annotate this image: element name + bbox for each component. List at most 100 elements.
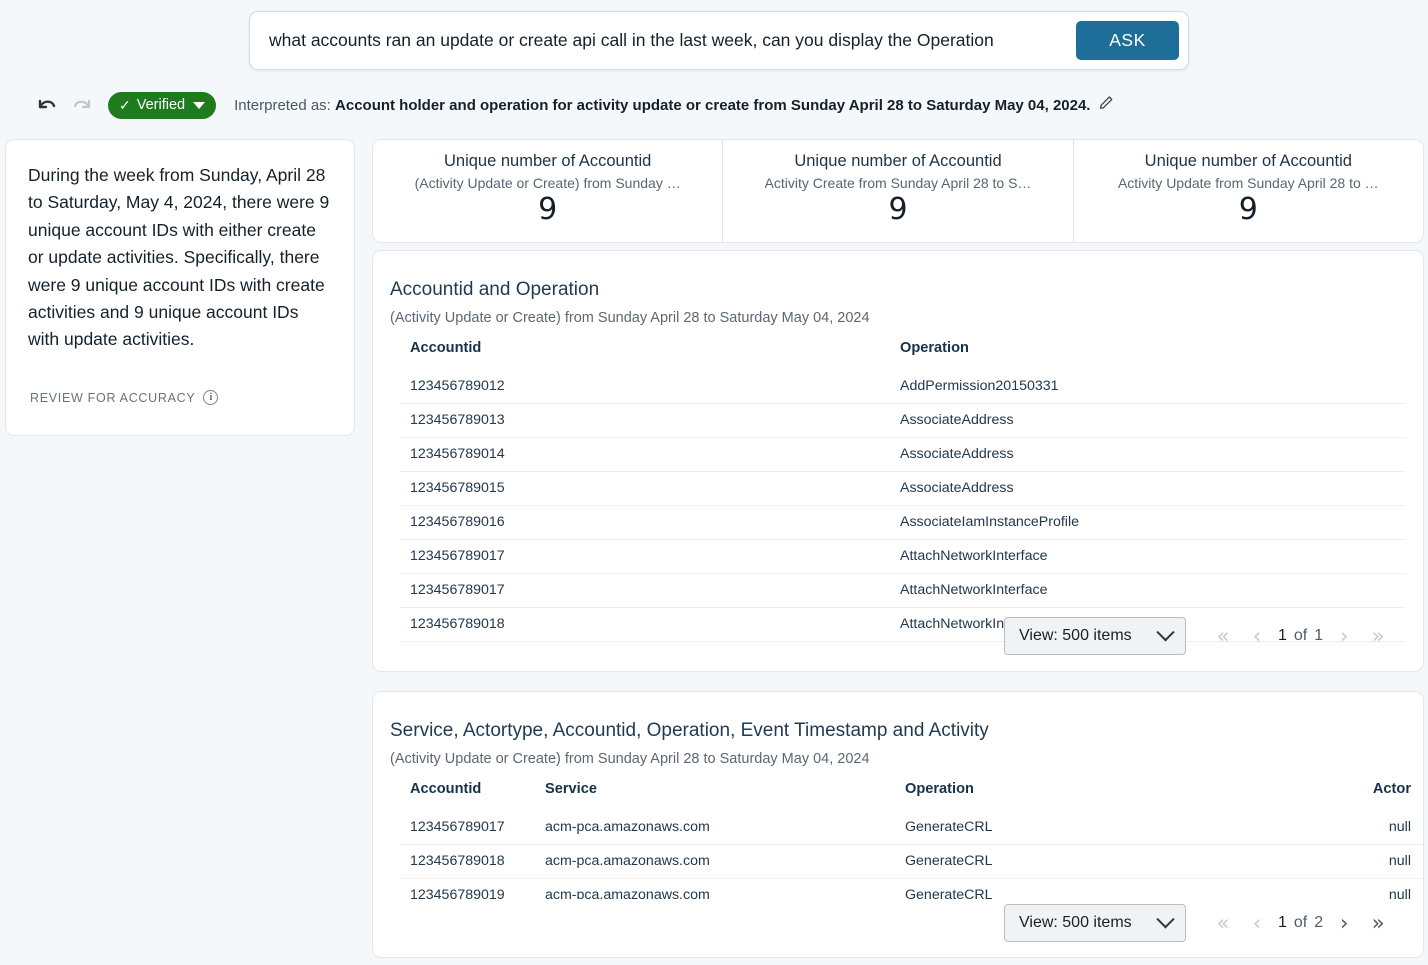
table-cell: AssociateAddress bbox=[900, 471, 1406, 506]
visual-subtitle: (Activity Update or Create) from Sunday … bbox=[390, 310, 870, 326]
last-page-button[interactable]: » bbox=[1361, 906, 1395, 940]
current-page: 1 bbox=[1278, 914, 1287, 931]
table-header-row: Accountid Service Operation Actor bbox=[400, 781, 1423, 811]
next-page-button[interactable]: › bbox=[1327, 619, 1361, 653]
page-of-label: of bbox=[1293, 627, 1308, 644]
table-cell: AssociateIamInstanceProfile bbox=[900, 505, 1406, 540]
table-cell: null bbox=[1305, 810, 1423, 845]
app-root: ASK ✓ Verified Interpreted as: Account h… bbox=[0, 0, 1428, 965]
column-header-operation[interactable]: Operation bbox=[900, 340, 1406, 370]
kpi-card-3[interactable]: Unique number of Accountid Activity Upda… bbox=[1072, 140, 1423, 242]
interpretation-prefix: Interpreted as: bbox=[234, 96, 331, 114]
redo-button[interactable] bbox=[68, 90, 98, 120]
table-cell: 123456789016 bbox=[400, 505, 900, 540]
table-cell: acm-pca.amazonaws.com bbox=[545, 844, 905, 879]
first-page-button[interactable]: « bbox=[1206, 619, 1240, 653]
table-row[interactable]: 123456789014 AssociateAddress bbox=[400, 437, 1406, 472]
summary-text: During the week from Sunday, April 28 to… bbox=[28, 165, 330, 350]
table-cell: 123456789017 bbox=[400, 539, 900, 574]
pencil-icon[interactable] bbox=[1098, 94, 1115, 116]
table-cell: GenerateCRL bbox=[905, 844, 1305, 879]
page-indicator: 1 of 2 bbox=[1274, 914, 1327, 932]
table-row[interactable]: 123456789016 AssociateIamInstanceProfile bbox=[400, 505, 1406, 540]
visual-card-accountid-operation: Accountid and Operation (Activity Update… bbox=[372, 250, 1424, 672]
visual-title: Service, Actortype, Accountid, Operation… bbox=[390, 720, 989, 741]
kpi-value: 9 bbox=[538, 192, 558, 227]
table-cell: 123456789018 bbox=[400, 844, 545, 879]
table-cell: AddPermission20150331 bbox=[900, 369, 1406, 404]
table-cell: AttachNetworkInterface bbox=[900, 573, 1406, 608]
table-row[interactable]: 123456789012 AddPermission20150331 bbox=[400, 369, 1406, 404]
answer-toolbar: ✓ Verified Interpreted as: Account holde… bbox=[0, 86, 1428, 124]
chevron-down-icon bbox=[193, 101, 206, 109]
kpi-value: 9 bbox=[888, 192, 908, 227]
column-header-accountid[interactable]: Accountid bbox=[400, 340, 900, 370]
table-row[interactable]: 123456789017 AttachNetworkInterface bbox=[400, 539, 1406, 574]
undo-button[interactable] bbox=[31, 90, 61, 120]
table-cell: AttachNetworkInterface bbox=[900, 539, 1406, 574]
verified-label: Verified bbox=[136, 97, 186, 113]
table-cell: 123456789015 bbox=[400, 471, 900, 506]
table-body: 123456789017 acm-pca.amazonaws.com Generat… bbox=[400, 810, 1423, 913]
column-header-service[interactable]: Service bbox=[545, 781, 905, 811]
table-cell: null bbox=[1305, 844, 1423, 879]
data-table: Accountid Operation 123456789012 AddPermi… bbox=[400, 340, 1406, 642]
kpi-strip: Unique number of Accountid (Activity Upd… bbox=[372, 139, 1424, 243]
table-cell: acm-pca.amazonaws.com bbox=[545, 810, 905, 845]
ask-button[interactable]: ASK bbox=[1076, 21, 1179, 60]
chevron-down-icon bbox=[1156, 909, 1175, 928]
page-size-label: View: 500 items bbox=[1019, 627, 1132, 644]
table-cell: 123456789017 bbox=[400, 810, 545, 845]
review-for-accuracy: REVIEW FOR ACCURACY i bbox=[30, 390, 219, 405]
table-row[interactable]: 123456789017 acm-pca.amazonaws.com Generat… bbox=[400, 810, 1423, 845]
table-cell: GenerateCRL bbox=[905, 810, 1305, 845]
verified-badge[interactable]: ✓ Verified bbox=[108, 91, 217, 119]
kpi-subtitle: Activity Update from Sunday April 28 to … bbox=[1117, 175, 1379, 191]
page-size-select[interactable]: View: 500 items bbox=[1004, 904, 1186, 942]
kpi-title: Unique number of Accountid bbox=[1144, 152, 1352, 170]
kpi-value: 9 bbox=[1238, 192, 1258, 227]
table-row[interactable]: 123456789018 acm-pca.amazonaws.com Generat… bbox=[400, 844, 1423, 879]
page-of-label: of bbox=[1293, 914, 1308, 931]
page-indicator: 1 of 1 bbox=[1274, 627, 1327, 645]
table-body: 123456789012 AddPermission20150331 1234567… bbox=[400, 369, 1406, 642]
visual-title: Accountid and Operation bbox=[390, 279, 600, 300]
table-cell: 123456789012 bbox=[400, 369, 900, 404]
kpi-subtitle: (Activity Update or Create) from Sunday … bbox=[414, 175, 681, 191]
interpretation-value: Account holder and operation for activit… bbox=[335, 96, 1091, 114]
table-cell: AssociateAddress bbox=[900, 403, 1406, 438]
interpretation-text: Interpreted as: Account holder and opera… bbox=[234, 97, 1090, 114]
pagination-controls-1: View: 500 items « ‹ 1 of 1 › » bbox=[1004, 617, 1395, 655]
prev-page-button[interactable]: ‹ bbox=[1240, 619, 1274, 653]
info-icon[interactable]: i bbox=[203, 390, 219, 405]
column-header-operation[interactable]: Operation bbox=[905, 781, 1305, 811]
table-wrapper: Accountid Service Operation Actor 123456… bbox=[373, 781, 1423, 913]
first-page-button[interactable]: « bbox=[1206, 906, 1240, 940]
page-size-label: View: 500 items bbox=[1019, 914, 1132, 931]
prev-page-button[interactable]: ‹ bbox=[1240, 906, 1274, 940]
table-cell: 123456789014 bbox=[400, 437, 900, 472]
chevron-down-icon bbox=[1156, 622, 1175, 641]
kpi-subtitle: Activity Create from Sunday April 28 to … bbox=[764, 175, 1032, 191]
table-wrapper: Accountid Operation 123456789012 AddPermi… bbox=[373, 340, 1423, 642]
table-header-row: Accountid Operation bbox=[400, 340, 1406, 370]
table-row[interactable]: 123456789017 AttachNetworkInterface bbox=[400, 573, 1406, 608]
narrative-summary-card: During the week from Sunday, April 28 to… bbox=[5, 139, 355, 436]
table-row[interactable]: 123456789013 AssociateAddress bbox=[400, 403, 1406, 438]
page-size-select[interactable]: View: 500 items bbox=[1004, 617, 1186, 655]
column-header-actortype[interactable]: Actor bbox=[1305, 781, 1423, 811]
column-header-accountid[interactable]: Accountid bbox=[400, 781, 545, 811]
table-row[interactable]: 123456789015 AssociateAddress bbox=[400, 471, 1406, 506]
table-cell: 123456789017 bbox=[400, 573, 900, 608]
question-input[interactable] bbox=[250, 30, 1076, 51]
kpi-title: Unique number of Accountid bbox=[794, 152, 1002, 170]
visual-card-service-detail: Service, Actortype, Accountid, Operation… bbox=[372, 691, 1424, 958]
table-cell: 123456789013 bbox=[400, 403, 900, 438]
last-page-button[interactable]: » bbox=[1361, 619, 1395, 653]
data-table: Accountid Service Operation Actor 123456… bbox=[400, 781, 1423, 913]
pagination-controls-2: View: 500 items « ‹ 1 of 2 › » bbox=[1004, 904, 1395, 942]
next-page-button[interactable]: › bbox=[1327, 906, 1361, 940]
kpi-card-2[interactable]: Unique number of Accountid Activity Crea… bbox=[722, 140, 1072, 242]
total-pages: 2 bbox=[1314, 914, 1324, 931]
kpi-card-1[interactable]: Unique number of Accountid (Activity Upd… bbox=[373, 140, 722, 242]
